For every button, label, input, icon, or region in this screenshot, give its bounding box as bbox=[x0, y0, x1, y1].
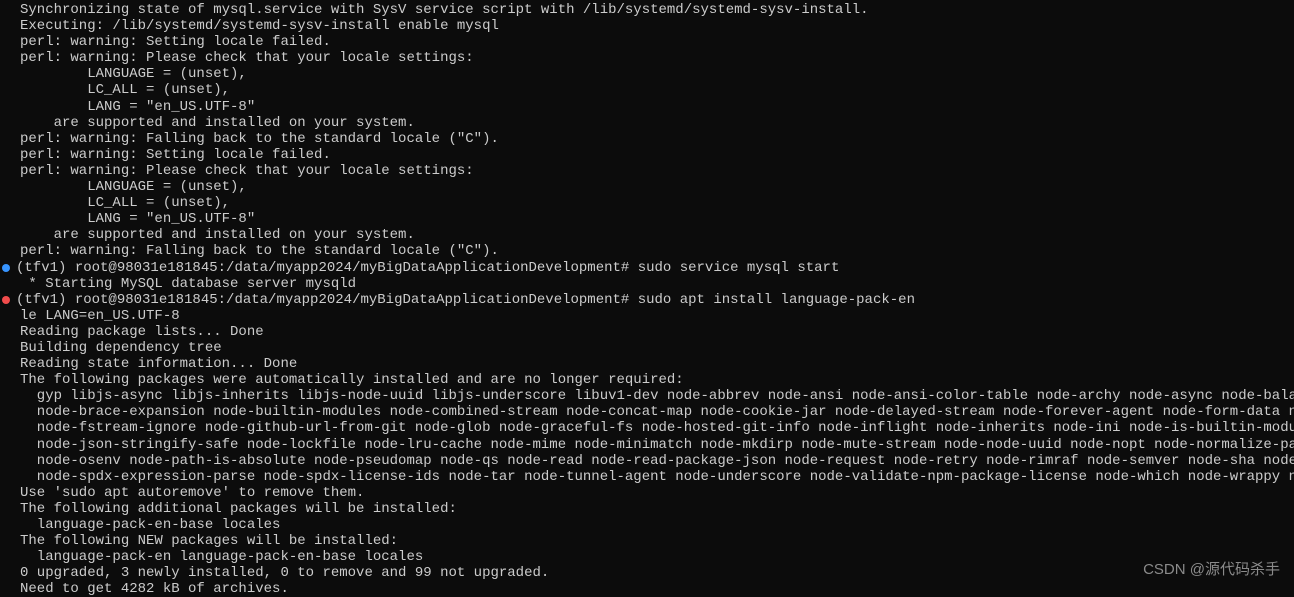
terminal-line: * Starting MySQL database server mysqld bbox=[0, 276, 1294, 292]
terminal-line: LC_ALL = (unset), bbox=[0, 82, 1294, 98]
terminal-line: Synchronizing state of mysql.service wit… bbox=[0, 2, 1294, 18]
terminal-line: language-pack-en-base locales bbox=[0, 517, 1294, 533]
terminal-line: Reading state information... Done bbox=[0, 356, 1294, 372]
terminal-line: The following NEW packages will be insta… bbox=[0, 533, 1294, 549]
terminal-output[interactable]: Synchronizing state of mysql.service wit… bbox=[0, 2, 1294, 597]
terminal-line: gyp libjs-async libjs-inherits libjs-nod… bbox=[0, 388, 1294, 404]
terminal-line: LANG = "en_US.UTF-8" bbox=[0, 211, 1294, 227]
terminal-line: perl: warning: Setting locale failed. bbox=[0, 34, 1294, 50]
terminal-line: LANGUAGE = (unset), bbox=[0, 179, 1294, 195]
terminal-line: LANG = "en_US.UTF-8" bbox=[0, 99, 1294, 115]
status-dot-blue bbox=[2, 264, 10, 272]
terminal-line: perl: warning: Falling back to the stand… bbox=[0, 243, 1294, 259]
prompt-line-2: (tfv1) root@98031e181845:/data/myapp2024… bbox=[0, 292, 1294, 308]
terminal-line: Reading package lists... Done bbox=[0, 324, 1294, 340]
terminal-line: LC_ALL = (unset), bbox=[0, 195, 1294, 211]
terminal-line: node-osenv node-path-is-absolute node-ps… bbox=[0, 453, 1294, 469]
terminal-line: are supported and installed on your syst… bbox=[0, 115, 1294, 131]
terminal-line: perl: warning: Please check that your lo… bbox=[0, 163, 1294, 179]
prompt-text-2: (tfv1) root@98031e181845:/data/myapp2024… bbox=[16, 292, 915, 308]
terminal-line: language-pack-en language-pack-en-base l… bbox=[0, 549, 1294, 565]
terminal-line: Executing: /lib/systemd/systemd-sysv-ins… bbox=[0, 18, 1294, 34]
watermark: CSDN @源代码杀手 bbox=[1143, 561, 1280, 578]
terminal-line: node-spdx-expression-parse node-spdx-lic… bbox=[0, 469, 1294, 485]
terminal-line: node-fstream-ignore node-github-url-from… bbox=[0, 420, 1294, 436]
prompt-line-1: (tfv1) root@98031e181845:/data/myapp2024… bbox=[0, 260, 1294, 276]
terminal-line: Building dependency tree bbox=[0, 340, 1294, 356]
terminal-line: are supported and installed on your syst… bbox=[0, 227, 1294, 243]
terminal-line: node-brace-expansion node-builtin-module… bbox=[0, 404, 1294, 420]
terminal-line: node-json-stringify-safe node-lockfile n… bbox=[0, 437, 1294, 453]
terminal-line: Need to get 4282 kB of archives. bbox=[0, 581, 1294, 597]
terminal-line: The following additional packages will b… bbox=[0, 501, 1294, 517]
terminal-line: perl: warning: Please check that your lo… bbox=[0, 50, 1294, 66]
terminal-line: perl: warning: Falling back to the stand… bbox=[0, 131, 1294, 147]
prompt-text-1: (tfv1) root@98031e181845:/data/myapp2024… bbox=[16, 260, 839, 276]
terminal-line: le LANG=en_US.UTF-8 bbox=[0, 308, 1294, 324]
status-dot-red bbox=[2, 296, 10, 304]
terminal-line: perl: warning: Setting locale failed. bbox=[0, 147, 1294, 163]
terminal-line: The following packages were automaticall… bbox=[0, 372, 1294, 388]
terminal-line: Use 'sudo apt autoremove' to remove them… bbox=[0, 485, 1294, 501]
terminal-line: LANGUAGE = (unset), bbox=[0, 66, 1294, 82]
terminal-line: 0 upgraded, 3 newly installed, 0 to remo… bbox=[0, 565, 1294, 581]
